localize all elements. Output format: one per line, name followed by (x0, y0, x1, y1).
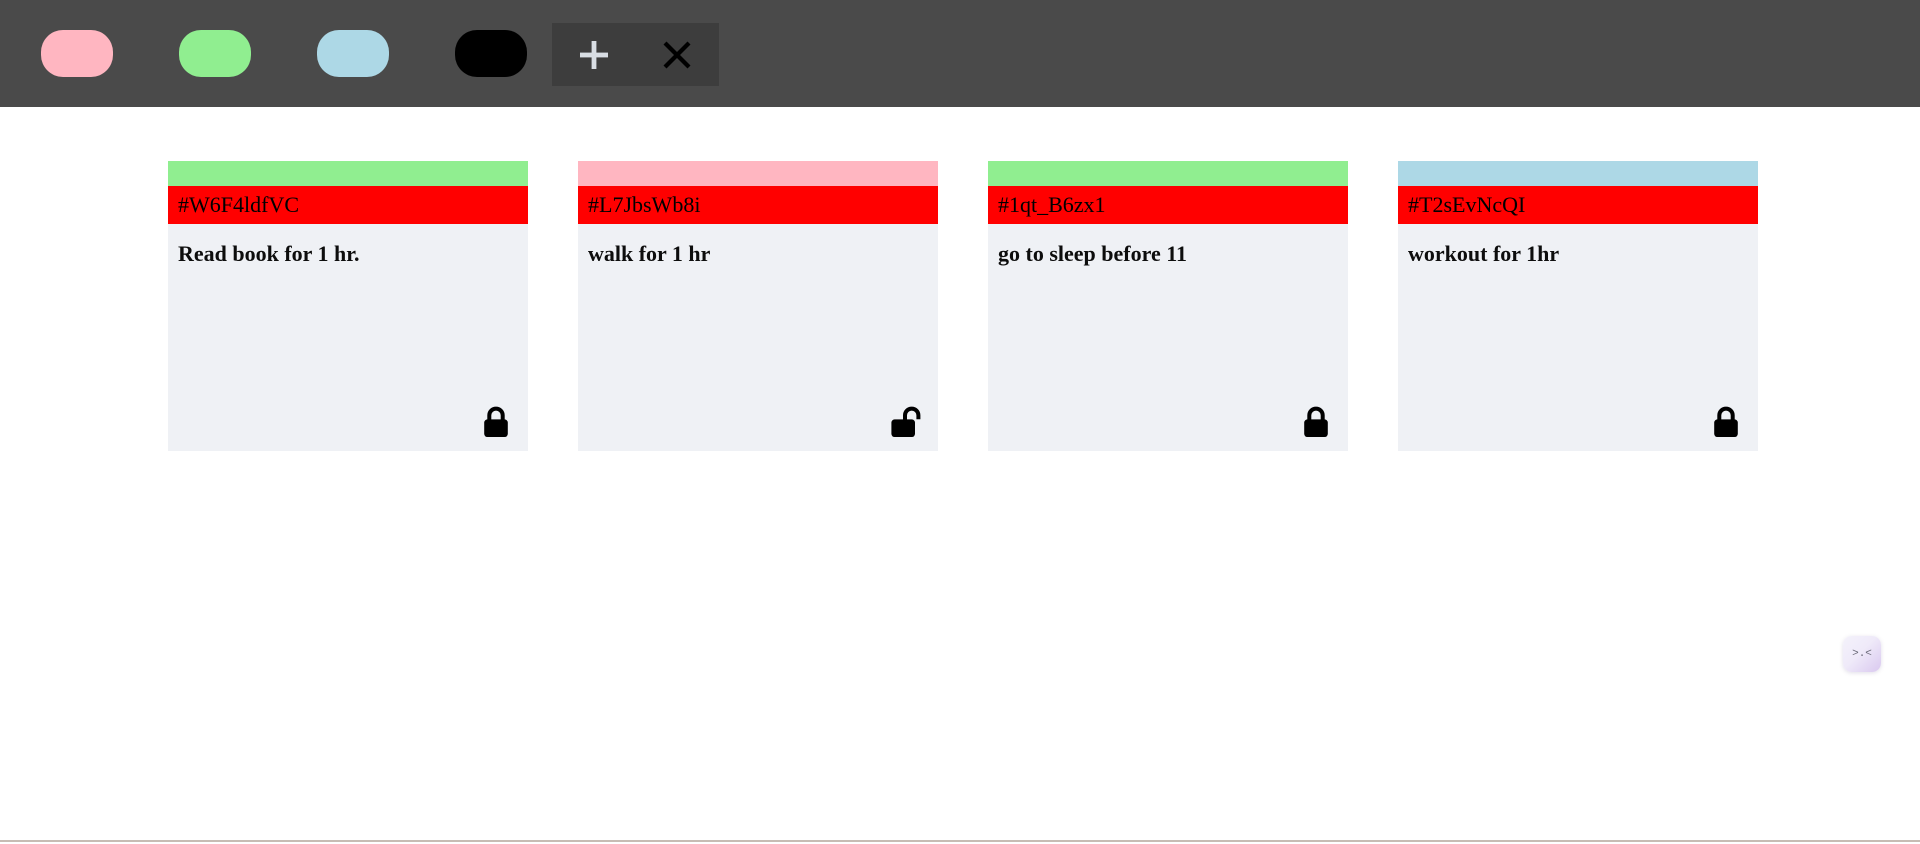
note-text: walk for 1 hr (588, 241, 711, 266)
close-note-button[interactable] (647, 23, 707, 86)
note-body[interactable]: go to sleep before 11 (988, 224, 1348, 451)
note-body[interactable]: workout for 1hr (1398, 224, 1758, 451)
note-color-strip (578, 161, 938, 186)
note-color-strip (988, 161, 1348, 186)
lock-closed-icon (1301, 405, 1331, 439)
note-lock-toggle[interactable] (1298, 403, 1334, 439)
color-swatch-pink[interactable] (41, 30, 113, 77)
note-text: Read book for 1 hr. (178, 241, 360, 266)
note-text: workout for 1hr (1408, 241, 1560, 266)
note-lock-toggle[interactable] (1708, 403, 1744, 439)
color-swatch-black[interactable] (455, 30, 527, 77)
note-body[interactable]: Read book for 1 hr. (168, 224, 528, 451)
note-id-label: #1qt_B6zx1 (998, 192, 1106, 217)
plus-icon (577, 38, 611, 72)
note-color-strip (1398, 161, 1758, 186)
note-card[interactable]: #1qt_B6zx1 go to sleep before 11 (988, 161, 1348, 451)
footer-divider (0, 840, 1920, 842)
assistant-face-icon: >.< (1852, 648, 1872, 660)
assistant-widget-button[interactable]: >.< (1843, 636, 1881, 672)
note-color-strip (168, 161, 528, 186)
note-card-list: #W6F4ldfVC Read book for 1 hr. #L7JbsWb8… (168, 161, 1758, 451)
note-action-group (552, 23, 719, 86)
lock-open-icon (889, 405, 923, 439)
note-id-bar: #T2sEvNcQI (1398, 186, 1758, 224)
note-id-bar: #W6F4ldfVC (168, 186, 528, 224)
color-swatch-green[interactable] (179, 30, 251, 77)
note-id-label: #L7JbsWb8i (588, 192, 701, 217)
note-id-label: #T2sEvNcQI (1408, 192, 1526, 217)
note-text: go to sleep before 11 (998, 241, 1188, 266)
note-id-label: #W6F4ldfVC (178, 192, 299, 217)
lock-closed-icon (1711, 405, 1741, 439)
note-card[interactable]: #T2sEvNcQI workout for 1hr (1398, 161, 1758, 451)
top-toolbar (0, 0, 1920, 107)
note-lock-toggle[interactable] (888, 403, 924, 439)
lock-closed-icon (481, 405, 511, 439)
note-id-bar: #1qt_B6zx1 (988, 186, 1348, 224)
add-note-button[interactable] (564, 23, 624, 86)
close-icon (661, 39, 693, 71)
note-body[interactable]: walk for 1 hr (578, 224, 938, 451)
note-card[interactable]: #L7JbsWb8i walk for 1 hr (578, 161, 938, 451)
note-lock-toggle[interactable] (478, 403, 514, 439)
color-swatch-group (41, 30, 527, 77)
note-id-bar: #L7JbsWb8i (578, 186, 938, 224)
note-card[interactable]: #W6F4ldfVC Read book for 1 hr. (168, 161, 528, 451)
color-swatch-blue[interactable] (317, 30, 389, 77)
note-board: #W6F4ldfVC Read book for 1 hr. #L7JbsWb8… (0, 107, 1920, 844)
